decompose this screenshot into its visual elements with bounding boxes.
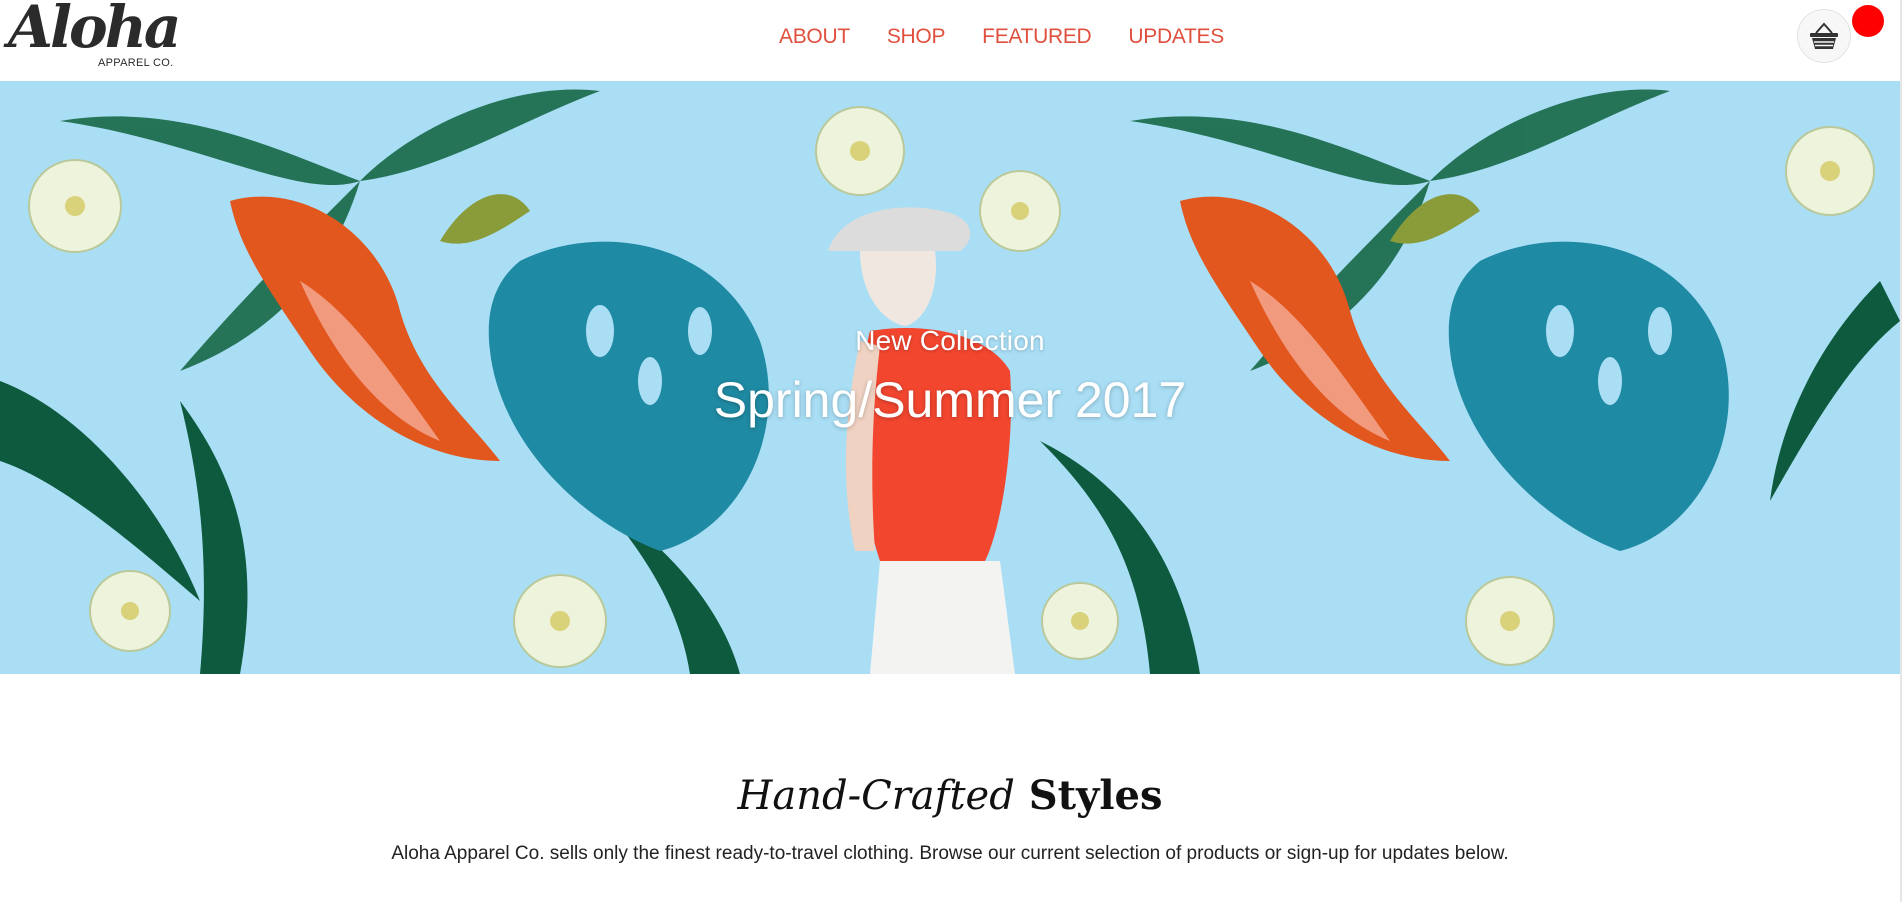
cart-count-badge[interactable] bbox=[1852, 5, 1884, 37]
nav-featured[interactable]: FEATURED bbox=[982, 24, 1092, 50]
hero-banner: New Collection Spring/Summer 2017 bbox=[0, 81, 1900, 674]
site-header: Aloha APPAREL CO. ABOUT SHOP FEATURED UP… bbox=[0, 0, 1900, 81]
main-nav: ABOUT SHOP FEATURED UPDATES bbox=[779, 24, 1224, 50]
hero-kicker: New Collection bbox=[855, 325, 1045, 356]
section-description: Aloha Apparel Co. sells only the finest … bbox=[391, 843, 1509, 864]
nav-updates[interactable]: UPDATES bbox=[1128, 24, 1224, 50]
cart-button[interactable] bbox=[1797, 9, 1851, 63]
heading-italic: Hand-Crafted bbox=[737, 773, 1015, 819]
heading-bold: Styles bbox=[1028, 772, 1163, 819]
nav-shop[interactable]: SHOP bbox=[887, 24, 946, 50]
brand-logo[interactable]: Aloha APPAREL CO. bbox=[8, 0, 181, 70]
logo-wordmark: Aloha bbox=[8, 0, 181, 61]
section-heading: Hand-Crafted Styles bbox=[0, 770, 1900, 822]
nav-about[interactable]: ABOUT bbox=[779, 24, 850, 50]
basket-icon bbox=[1810, 22, 1838, 49]
logo-subtitle: APPAREL CO. bbox=[98, 57, 174, 69]
hero-title: Spring/Summer 2017 bbox=[713, 372, 1187, 428]
